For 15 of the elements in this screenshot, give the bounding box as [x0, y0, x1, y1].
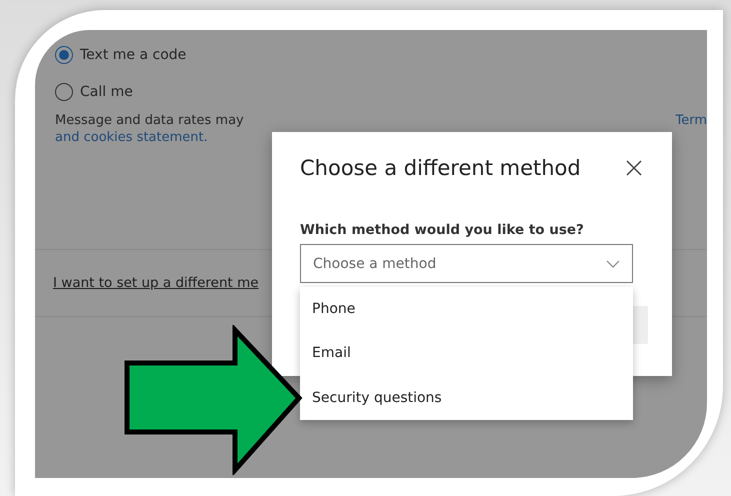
arrow-icon: [123, 325, 303, 475]
chevron-down-icon: [606, 260, 620, 268]
radio-label: Call me: [80, 84, 133, 100]
dialog-title: Choose a different method: [300, 156, 581, 180]
field-label: Which method would you like to use?: [300, 222, 585, 238]
alternate-method-link[interactable]: I want to set up a different me: [53, 275, 259, 291]
menu-option[interactable]: Security questions: [312, 390, 621, 406]
disclaimer-text: Message and data rates may: [55, 113, 244, 128]
radio-label: Text me a code: [80, 47, 186, 63]
menu-option[interactable]: Email: [312, 345, 621, 362]
radio-button[interactable]: [55, 83, 73, 101]
radio-button[interactable]: [55, 46, 73, 64]
method-dropdown[interactable]: Choose a method: [300, 244, 633, 283]
close-icon[interactable]: [626, 160, 642, 176]
menu-option[interactable]: Phone: [312, 301, 621, 318]
